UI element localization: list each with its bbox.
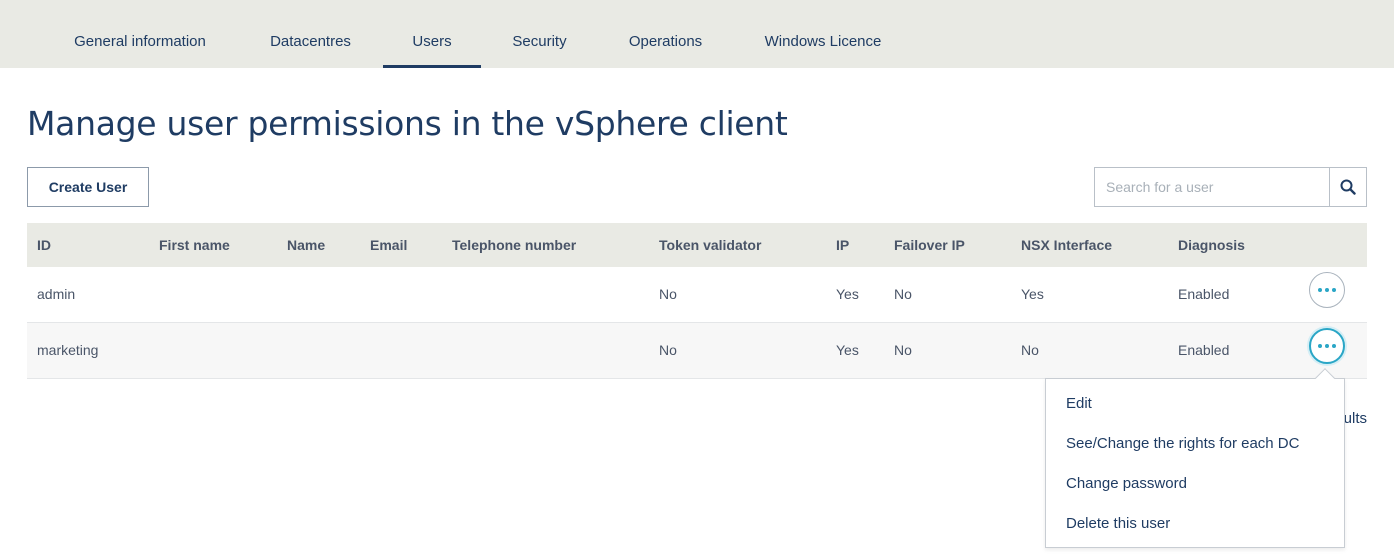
table-row: marketing No Yes No No Enabled <box>27 323 1367 379</box>
column-header-diagnosis[interactable]: Diagnosis <box>1178 237 1245 253</box>
column-header-ip[interactable]: IP <box>836 237 849 253</box>
column-header-nsx-interface[interactable]: NSX Interface <box>1021 237 1112 253</box>
row-actions-menu: Edit See/Change the rights for each DC C… <box>1045 378 1345 548</box>
menu-item-change-rights[interactable]: See/Change the rights for each DC <box>1066 435 1299 452</box>
column-header-email[interactable]: Email <box>370 237 407 253</box>
menu-item-change-password[interactable]: Change password <box>1066 475 1187 492</box>
cell-token-validator: No <box>659 286 677 302</box>
search-box <box>1094 167 1367 207</box>
cell-token-validator: No <box>659 342 677 358</box>
cell-failover-ip: No <box>894 342 912 358</box>
cell-diagnosis: Enabled <box>1178 342 1230 358</box>
more-icon <box>1318 344 1336 348</box>
cell-failover-ip: No <box>894 286 912 302</box>
create-user-button[interactable]: Create User <box>27 167 149 207</box>
menu-item-delete-user[interactable]: Delete this user <box>1066 515 1170 532</box>
more-icon <box>1318 288 1336 292</box>
row-actions-button[interactable] <box>1309 328 1345 364</box>
tab-datacentres[interactable]: Datacentres <box>255 0 366 68</box>
column-header-id[interactable]: ID <box>37 237 51 253</box>
column-header-failover-ip[interactable]: Failover IP <box>894 237 965 253</box>
cell-id: admin <box>37 286 76 302</box>
column-header-telephone[interactable]: Telephone number <box>452 237 576 253</box>
cell-nsx-interface: Yes <box>1021 286 1044 302</box>
tab-security[interactable]: Security <box>497 0 582 68</box>
cell-ip: Yes <box>836 342 859 358</box>
column-header-name[interactable]: Name <box>287 237 325 253</box>
column-header-token-validator[interactable]: Token validator <box>659 237 761 253</box>
row-actions-button[interactable] <box>1309 272 1345 308</box>
cell-ip: Yes <box>836 286 859 302</box>
tab-bar: General information Datacentres Users Se… <box>0 0 1394 68</box>
cell-nsx-interface: No <box>1021 342 1039 358</box>
table-row: admin No Yes No Yes Enabled <box>27 267 1367 323</box>
search-input[interactable] <box>1095 168 1329 206</box>
column-header-first-name[interactable]: First name <box>159 237 230 253</box>
search-icon <box>1340 179 1356 195</box>
cell-diagnosis: Enabled <box>1178 286 1230 302</box>
search-button[interactable] <box>1329 168 1366 206</box>
page-title: Manage user permissions in the vSphere c… <box>27 104 788 143</box>
tab-windows-licence[interactable]: Windows Licence <box>750 0 896 68</box>
menu-item-edit[interactable]: Edit <box>1066 395 1092 412</box>
cell-id: marketing <box>37 342 99 358</box>
table-header: ID First name Name Email Telephone numbe… <box>27 223 1367 267</box>
tab-general-information[interactable]: General information <box>56 0 224 68</box>
tab-users[interactable]: Users <box>383 0 481 68</box>
tab-operations[interactable]: Operations <box>612 0 719 68</box>
